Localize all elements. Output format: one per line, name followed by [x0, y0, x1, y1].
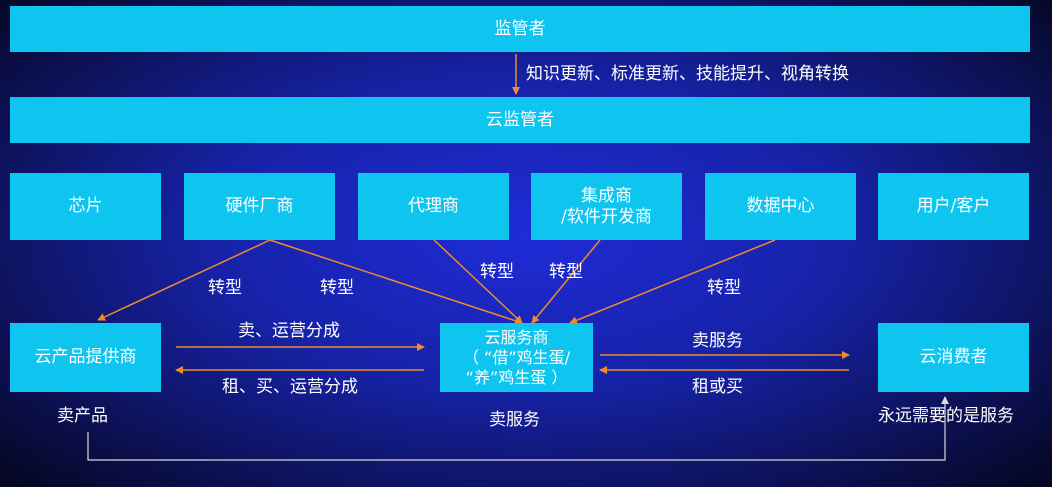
arrow-datacenter-to-service — [569, 239, 776, 325]
arrow-hardware-to-provider — [97, 239, 271, 321]
player-integrator: 集成商 /软件开发商 — [531, 173, 682, 240]
cloud-consumer-box: 云消费者 — [878, 323, 1029, 392]
flow-label-sell-revenue-share: 卖、运营分成 — [238, 321, 340, 341]
flow-label-rent-buy-revenue-share: 租、买、运营分成 — [222, 377, 358, 397]
flow-label-rent-or-buy: 租或买 — [692, 377, 743, 397]
cloud-product-provider-box: 云产品提供商 — [10, 323, 161, 392]
consumer-caption: 永远需要的是服务 — [878, 406, 1014, 426]
player-agent: 代理商 — [358, 173, 509, 240]
cloud-supervisor-box: 云监管者 — [10, 97, 1030, 143]
cloud-service-provider-box: 云服务商 （ “借”鸡生蛋/ “养”鸡生蛋 ） — [440, 323, 593, 392]
transform-label: 转型 — [320, 278, 354, 298]
provider-caption: 卖产品 — [57, 406, 108, 426]
transition-label: 知识更新、标准更新、技能提升、视角转换 — [526, 64, 849, 84]
player-hardware-vendor: 硬件厂商 — [184, 173, 335, 240]
player-chip: 芯片 — [10, 173, 161, 240]
transform-label: 转型 — [549, 262, 583, 282]
player-user-customer: 用户/客户 — [878, 173, 1029, 240]
flow-label-sell-service: 卖服务 — [692, 331, 743, 351]
supervisor-box: 监管者 — [10, 6, 1030, 52]
transform-label: 转型 — [208, 278, 242, 298]
transform-label: 转型 — [707, 278, 741, 298]
player-data-center: 数据中心 — [705, 173, 856, 240]
service-caption: 卖服务 — [489, 410, 540, 430]
transform-label: 转型 — [480, 262, 514, 282]
